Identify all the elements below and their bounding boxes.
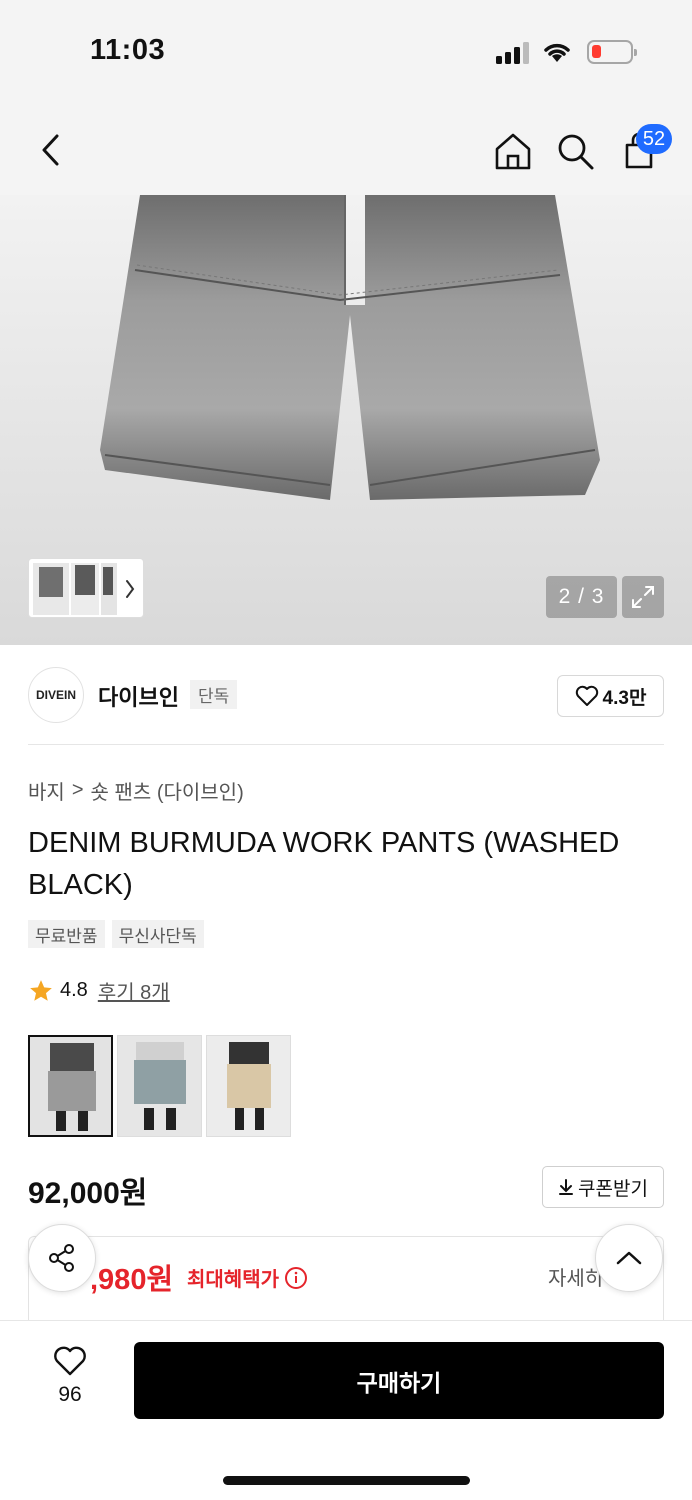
cart-count-badge: 52 [636,124,672,154]
max-benefit-label: 최대혜택가 [187,1263,308,1292]
back-button[interactable] [30,130,70,170]
color-options [28,1035,291,1137]
benefit-details-link[interactable]: 자세히 [548,1262,603,1291]
color-option-washed-black[interactable] [28,1035,113,1137]
max-benefit-price: ,980원 [90,1264,174,1296]
wishlist-count: 96 [58,1383,82,1406]
top-bar: 11:03 52 [0,0,692,195]
color-option-2[interactable] [117,1035,202,1137]
search-button[interactable] [552,128,598,174]
breadcrumb: 바지 > 숏 팬츠 (다이브인) [28,776,244,805]
breadcrumb-subcategory[interactable]: 숏 팬츠 (다이브인) [91,776,244,805]
breadcrumb-separator: > [71,779,84,801]
gallery-thumbnails [33,563,135,615]
rating-row[interactable]: 4.8 후기 8개 [28,976,170,1005]
product-title: DENIM BURMUDA WORK PANTS (WASHED BLACK) [28,827,620,901]
expand-image-button[interactable] [622,576,664,618]
color-option-3[interactable] [206,1035,291,1137]
share-button[interactable] [28,1224,96,1292]
product-price: 92,000원 [28,1177,148,1210]
product-tags: 무료반품 무신사단독 [28,920,204,948]
divider [28,744,664,745]
home-icon [495,133,531,170]
share-icon [49,1244,74,1272]
coupon-label: 쿠폰받기 [578,1178,648,1200]
tag-musinsa-exclusive: 무신사단독 [111,920,204,948]
brand-like-count: 4.3만 [602,687,647,709]
cellular-signal-icon [496,42,532,64]
brand-exclusive-tag: 단독 [190,680,238,709]
color-option-image [30,1037,111,1135]
gallery-thumbnail-strip[interactable] [28,558,144,618]
reviews-link[interactable]: 후기 8개 [98,976,170,1005]
battery-icon [587,40,637,64]
star-icon [30,979,52,1001]
rating-value: 4.8 [60,979,88,1001]
info-icon[interactable] [284,1266,308,1290]
home-indicator [223,1476,470,1485]
heart-icon [54,1346,86,1376]
wifi-icon [544,43,570,62]
wishlist-button[interactable]: 96 [40,1345,100,1407]
color-option-image [207,1036,290,1136]
coupon-button[interactable]: 쿠폰받기 [542,1166,664,1208]
scroll-top-button[interactable] [595,1224,663,1292]
download-icon [559,1179,574,1195]
expand-icon [632,586,654,608]
chevron-left-icon [42,134,59,166]
breadcrumb-category[interactable]: 바지 [28,776,65,805]
color-option-image [118,1036,201,1136]
status-time: 11:03 [90,34,166,66]
brand-like-button[interactable]: 4.3만 [557,675,664,717]
heart-icon [575,685,598,706]
brand-logo[interactable]: DIVEIN [28,667,84,723]
brand-name[interactable]: 다이브인 [98,680,179,712]
buy-button[interactable]: 구매하기 [134,1342,664,1419]
gallery-page-indicator: 2 / 3 [546,576,617,618]
search-icon [558,134,594,170]
home-button[interactable] [490,128,536,174]
tag-free-return: 무료반품 [28,920,105,948]
chevron-up-icon [616,1251,642,1265]
